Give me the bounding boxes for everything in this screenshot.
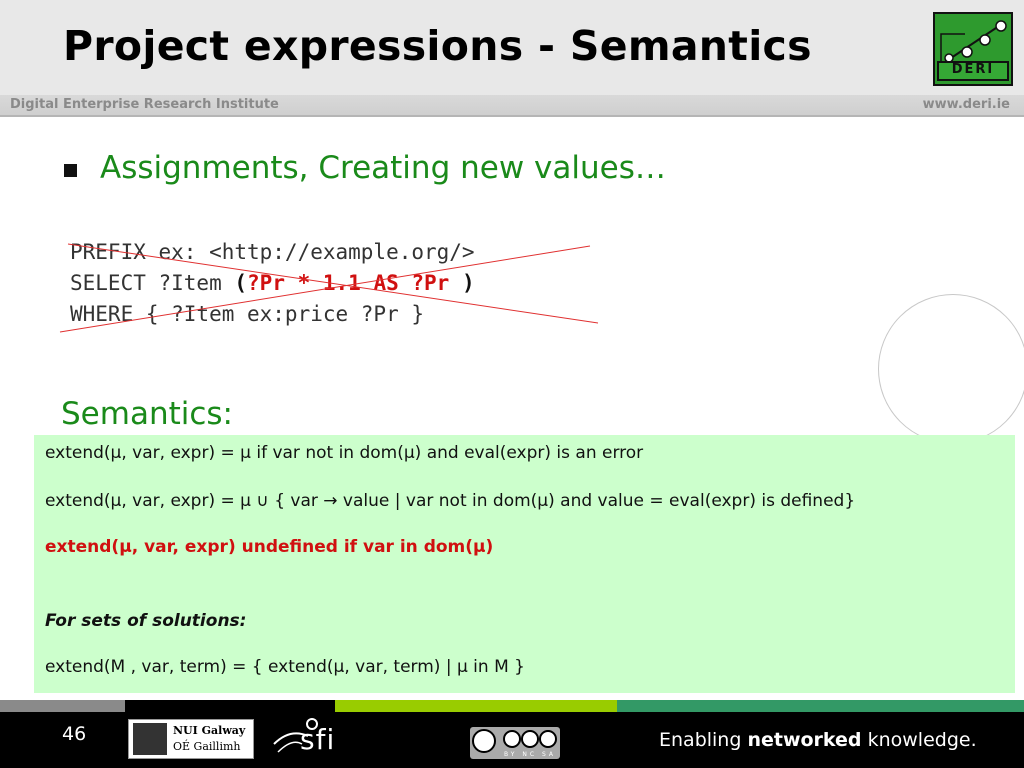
sets-of-solutions-heading: For sets of solutions: (45, 611, 247, 631)
code-line-2-close-paren: ) (449, 271, 475, 295)
deri-logo-graphic (940, 20, 1007, 63)
tagline-prefix: Enabling (659, 729, 748, 751)
definition-line-2: extend(μ, var, expr) = μ ∪ { var → value… (45, 491, 856, 511)
code-line-1: PREFIX ex: <http://example.org/> (70, 240, 475, 264)
slide-header: Project expressions - Semantics DERI (0, 0, 1024, 95)
bar-lime (335, 700, 617, 712)
definition-line-3: extend(μ, var, expr) undefined if var in… (45, 537, 494, 557)
sparql-code-block: PREFIX ex: <http://example.org/> SELECT … (70, 237, 475, 330)
sfi-logo-text: sfi (300, 723, 336, 756)
website-link[interactable]: www.deri.ie (923, 97, 1010, 112)
footer-color-bars (0, 700, 1024, 712)
bar-teal (617, 700, 1024, 712)
decorative-circle (878, 294, 1024, 444)
bullet-text: Assignments, Creating new values… (100, 150, 666, 186)
definition-line-5: extend(M , var, term) = { extend(μ, var,… (45, 657, 525, 677)
nui-logo-line-2: OÉ Gaillimh (173, 740, 241, 753)
deri-logo: DERI (933, 12, 1013, 86)
code-line-2-prefix: SELECT ?Item (70, 271, 235, 295)
semantics-heading: Semantics: (61, 396, 233, 432)
semantics-definition-box: extend(μ, var, expr) = μ if var not in d… (34, 435, 1015, 693)
nui-galway-logo: NUI Galway OÉ Gaillimh (128, 719, 254, 759)
cc-license-label: BY NC SA (504, 751, 556, 758)
nui-crest-icon (133, 723, 167, 755)
institute-name: Digital Enterprise Research Institute (10, 97, 279, 112)
page-number: 46 (62, 723, 87, 745)
code-line-3: WHERE { ?Item ex:price ?Pr } (70, 302, 425, 326)
slide-subheader: Digital Enterprise Research Institute ww… (0, 95, 1024, 117)
bar-gray (0, 700, 125, 712)
slide-title: Project expressions - Semantics (63, 22, 812, 70)
footer-tagline: Enabling networked knowledge. (659, 729, 977, 751)
creative-commons-badge: BY NC SA (470, 727, 560, 759)
code-line-2-expression: ?Pr * 1.1 AS ?Pr (247, 271, 450, 295)
tagline-bold: networked (747, 729, 862, 751)
definition-line-1: extend(μ, var, expr) = μ if var not in d… (45, 443, 644, 463)
bullet-marker (64, 164, 77, 177)
tagline-suffix: knowledge. (861, 729, 977, 751)
code-line-2-open-paren: ( (234, 271, 248, 295)
deri-logo-text: DERI (937, 61, 1009, 81)
nui-logo-line-1: NUI Galway (173, 724, 246, 737)
bar-black (125, 700, 335, 712)
